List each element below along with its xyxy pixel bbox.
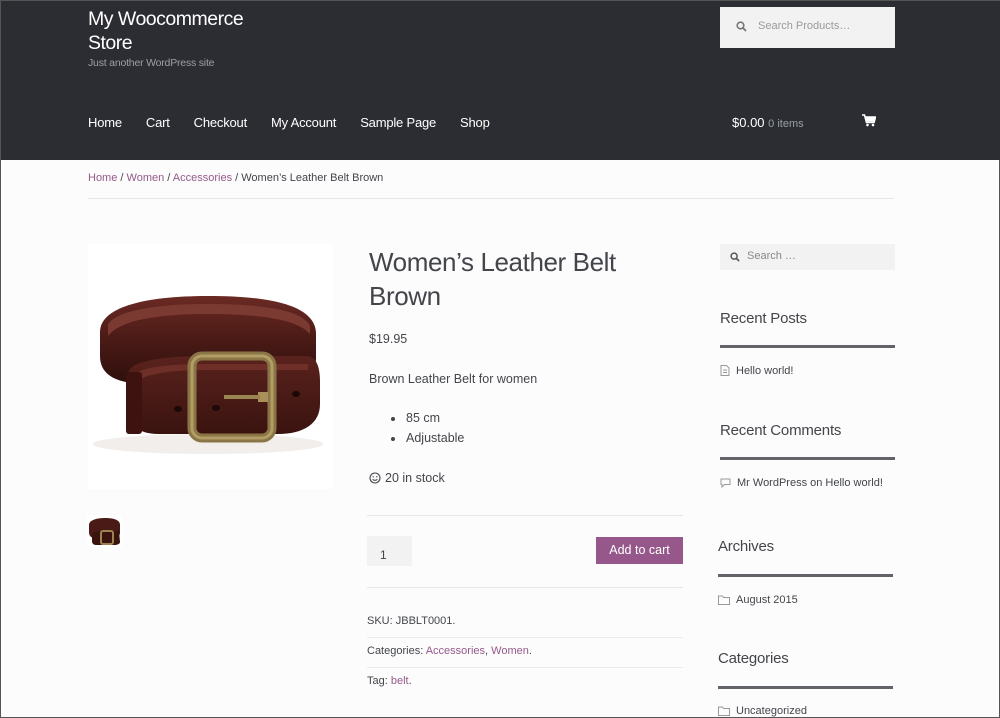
archives-title: Archives (718, 538, 774, 555)
nav-sample-page[interactable]: Sample Page (360, 115, 436, 130)
meta-divider (367, 667, 683, 668)
comment-icon (720, 478, 731, 489)
folder-icon (718, 706, 730, 716)
recent-post-item[interactable]: Hello world! (720, 365, 793, 377)
product-categories: Categories: Accessories, Women. (367, 645, 532, 657)
breadcrumb-separator: / (164, 172, 173, 184)
widget-rule (718, 574, 893, 577)
nav-checkout[interactable]: Checkout (194, 115, 248, 130)
nav-my-account[interactable]: My Account (271, 115, 336, 130)
sidebar-search-placeholder: Search … (747, 250, 796, 262)
summary-divider (367, 515, 683, 516)
stock-status: 20 in stock (369, 471, 445, 485)
product-sku: SKU: JBBLT0001. (367, 615, 456, 627)
product-search-placeholder: Search Products… (758, 20, 851, 32)
category-link[interactable]: Uncategorized (736, 705, 807, 717)
search-icon (730, 252, 740, 262)
category-item[interactable]: Uncategorized (718, 705, 807, 717)
product-short-description: Brown Leather Belt for women (369, 372, 538, 386)
archive-link[interactable]: August 2015 (736, 594, 798, 606)
add-to-cart-button[interactable]: Add to cart (596, 537, 683, 564)
cart-total: $0.00 (732, 115, 765, 130)
product-thumbnail[interactable] (87, 515, 122, 547)
feature-item: Adjustable (391, 431, 464, 451)
header-cart-summary[interactable]: $0.00 0 items (732, 115, 804, 130)
category-link-accessories[interactable]: Accessories (426, 645, 485, 657)
search-icon (736, 21, 747, 32)
sku-label: SKU: (367, 615, 393, 627)
recent-post-link[interactable]: Hello world! (736, 365, 793, 377)
product-tag: Tag: belt. (367, 675, 412, 687)
breadcrumb: Home / Women / Accessories / Women’s Lea… (88, 172, 383, 184)
breadcrumb-separator: / (232, 172, 242, 184)
primary-navigation: Home Cart Checkout My Account Sample Pag… (88, 115, 514, 130)
product-features-list: 85 cm Adjustable (391, 411, 464, 451)
summary-divider (367, 587, 683, 588)
recent-comments-title: Recent Comments (720, 422, 842, 439)
nav-cart[interactable]: Cart (146, 115, 170, 130)
breadcrumb-divider (88, 198, 894, 199)
recent-posts-title: Recent Posts (720, 310, 807, 327)
product-price: $19.95 (369, 332, 408, 346)
site-header: My Woocommerce Store Just another WordPr… (1, 1, 1000, 160)
belt-thumbnail-image (87, 515, 122, 547)
recent-comment-item[interactable]: Mr WordPress on Hello world! (720, 477, 883, 489)
recent-comment-text[interactable]: Mr WordPress on Hello world! (737, 477, 883, 489)
belt-image (93, 296, 323, 454)
feature-item: 85 cm (391, 411, 464, 431)
site-title[interactable]: My Woocommerce Store (88, 7, 278, 55)
product-title: Women’s Leather Belt Brown (369, 247, 616, 311)
sku-value: JBBLT0001 (395, 615, 453, 627)
archive-item[interactable]: August 2015 (718, 594, 798, 606)
widget-rule (720, 457, 895, 460)
folder-icon (718, 595, 730, 605)
category-link-women[interactable]: Women (491, 645, 529, 657)
categories-title: Categories (718, 650, 789, 667)
product-main-image[interactable] (88, 244, 333, 489)
quantity-input[interactable] (367, 536, 412, 566)
breadcrumb-accessories[interactable]: Accessories (173, 172, 232, 184)
stock-text: 20 in stock (385, 471, 445, 485)
tag-link-belt[interactable]: belt (391, 675, 409, 687)
shopping-cart-icon[interactable] (862, 114, 876, 127)
site-description: Just another WordPress site (88, 57, 215, 69)
smiley-icon (369, 472, 381, 484)
tag-label: Tag: (367, 675, 388, 687)
nav-shop[interactable]: Shop (460, 115, 490, 130)
breadcrumb-women[interactable]: Women (127, 172, 165, 184)
nav-home[interactable]: Home (88, 115, 122, 130)
breadcrumb-home[interactable]: Home (88, 172, 117, 184)
widget-rule (718, 686, 893, 689)
breadcrumb-current: Women’s Leather Belt Brown (241, 172, 384, 184)
cart-item-count: 0 items (768, 118, 804, 130)
document-icon (720, 365, 730, 376)
meta-divider (367, 637, 683, 638)
categories-label: Categories: (367, 645, 424, 657)
sidebar-search-input[interactable]: Search … (720, 244, 895, 270)
product-search-input[interactable]: Search Products… (720, 7, 895, 48)
widget-rule (720, 345, 895, 348)
breadcrumb-separator: / (117, 172, 127, 184)
